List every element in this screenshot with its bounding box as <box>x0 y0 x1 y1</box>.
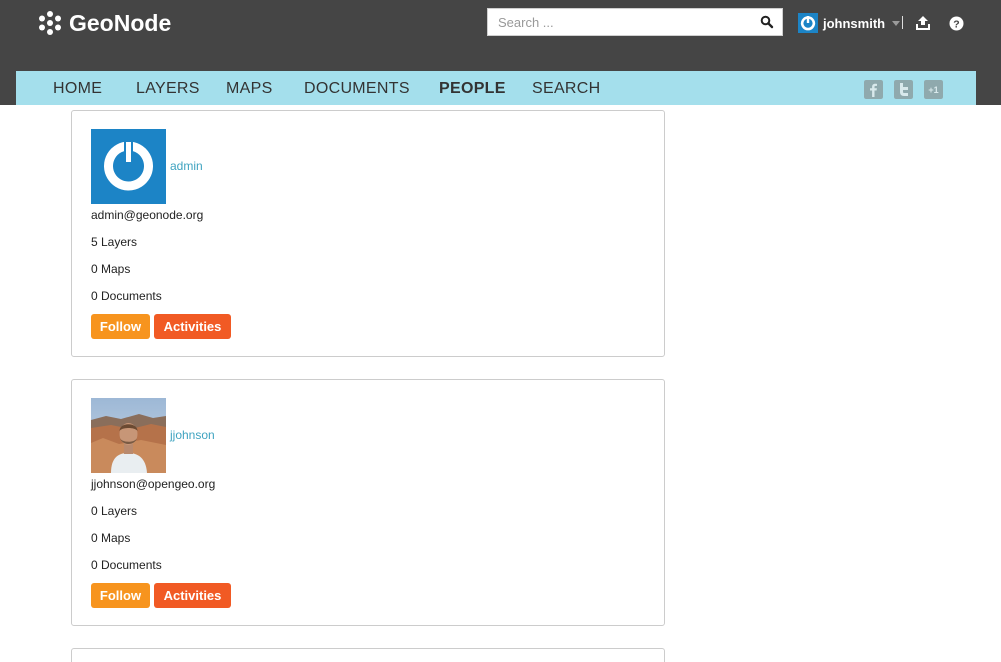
activities-button[interactable]: Activities <box>154 583 231 608</box>
google-plus-label: +1 <box>928 85 938 95</box>
geonode-logo-icon <box>39 11 61 35</box>
nav-maps[interactable]: MAPS <box>226 71 273 105</box>
svg-text:?: ? <box>953 18 959 30</box>
facebook-icon[interactable] <box>864 80 883 99</box>
follow-button[interactable]: Follow <box>91 314 150 339</box>
upload-icon[interactable] <box>915 16 931 31</box>
person-email: jjohnson@opengeo.org <box>91 477 216 491</box>
person-username-link[interactable]: admin <box>170 159 203 173</box>
user-menu[interactable]: johnsmith <box>798 13 901 33</box>
nav-search[interactable]: SEARCH <box>532 71 600 105</box>
avatar[interactable] <box>91 398 166 473</box>
help-icon[interactable]: ? <box>949 16 964 31</box>
follow-button[interactable]: Follow <box>91 583 150 608</box>
person-card: jjohnson jjohnson@opengeo.org 0 Layers 0… <box>71 379 665 626</box>
username-label: johnsmith <box>823 15 886 31</box>
twitter-icon[interactable] <box>894 80 913 99</box>
person-layers-count: 5 Layers <box>91 235 138 249</box>
avatar[interactable] <box>91 129 166 204</box>
geonode-logo[interactable]: GeoNode <box>37 9 171 37</box>
search-input[interactable] <box>488 9 758 35</box>
person-username-link[interactable]: jjohnson <box>170 428 215 442</box>
nav-home[interactable]: HOME <box>53 71 102 105</box>
user-avatar <box>798 13 818 33</box>
nav-documents[interactable]: DOCUMENTS <box>304 71 410 105</box>
person-email: admin@geonode.org <box>91 208 204 222</box>
person-layers-count: 0 Layers <box>91 504 138 518</box>
search-icon[interactable] <box>760 15 774 29</box>
person-card: admin admin@geonode.org 5 Layers 0 Maps … <box>71 110 665 357</box>
nav-people[interactable]: PEOPLE <box>439 71 506 105</box>
person-documents-count: 0 Documents <box>91 558 162 572</box>
person-maps-count: 0 Maps <box>91 262 131 276</box>
nav-layers[interactable]: LAYERS <box>136 71 200 105</box>
search-box <box>487 8 783 36</box>
person-documents-count: 0 Documents <box>91 289 162 303</box>
chevron-down-icon <box>892 20 901 26</box>
main-nav: HOME LAYERS MAPS DOCUMENTS PEOPLE SEARCH… <box>16 71 976 105</box>
activities-button[interactable]: Activities <box>154 314 231 339</box>
google-plus-icon[interactable]: +1 <box>924 80 943 99</box>
person-maps-count: 0 Maps <box>91 531 131 545</box>
brand-name: GeoNode <box>69 9 172 36</box>
person-card <box>71 648 665 662</box>
header-divider <box>902 16 903 29</box>
